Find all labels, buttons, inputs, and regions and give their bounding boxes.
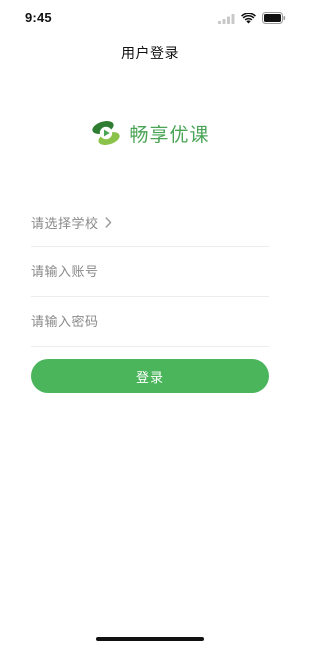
status-time: 9:45: [25, 10, 52, 25]
login-screen: 9:45 用户登录 畅享优课 请选择学校 请输入账号 登录: [0, 0, 300, 649]
status-bar: 9:45: [0, 0, 300, 34]
school-select-label: 请选择学校: [31, 216, 99, 232]
password-input[interactable]: [31, 314, 269, 330]
status-icons: [218, 11, 286, 25]
account-input[interactable]: [31, 264, 269, 280]
account-row: [31, 248, 269, 297]
app-name: 畅享优课: [129, 123, 210, 146]
school-select[interactable]: 请选择学校: [31, 198, 269, 247]
home-indicator: [96, 637, 204, 641]
app-logo: 畅享优课: [0, 116, 300, 150]
play-logo-icon: [90, 117, 122, 149]
login-form: 请选择学校: [31, 198, 269, 347]
wifi-icon: [241, 12, 256, 24]
page-title: 用户登录: [121, 46, 179, 62]
login-button[interactable]: 登录: [31, 359, 269, 393]
battery-icon: [262, 12, 286, 24]
cellular-signal-icon: [218, 13, 235, 24]
password-row: [31, 298, 269, 347]
chevron-right-icon: [105, 216, 112, 228]
